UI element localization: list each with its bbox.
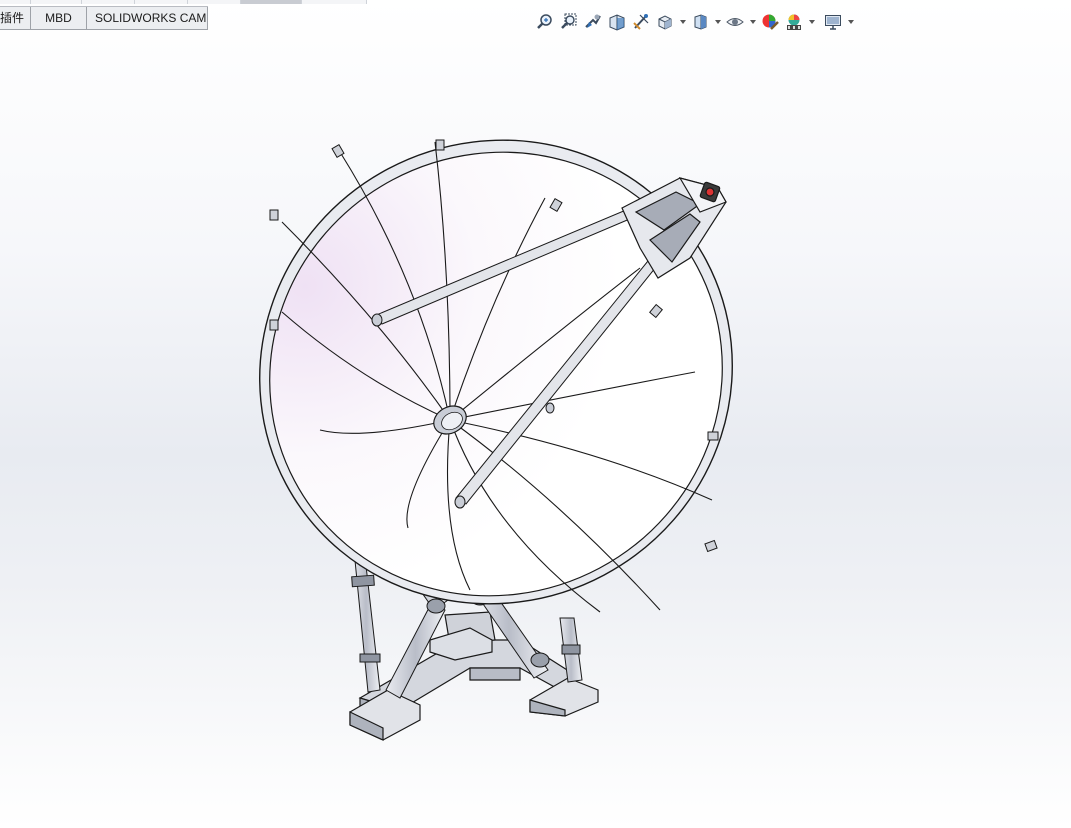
graphics-viewport[interactable] <box>0 34 1071 828</box>
hexapod-base <box>349 611 599 741</box>
dish-reflector <box>269 151 723 597</box>
satellite-dish-model <box>259 139 733 741</box>
